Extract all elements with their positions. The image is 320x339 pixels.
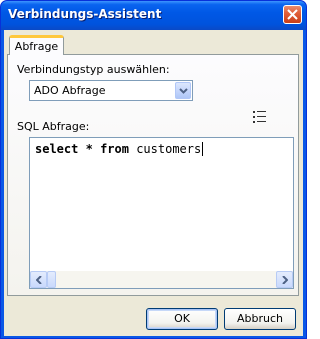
connection-type-select[interactable]: ADO Abfrage	[29, 80, 193, 101]
title-bar[interactable]: Verbindungs-Assistent	[1, 1, 306, 30]
window-title: Verbindungs-Assistent	[8, 7, 162, 21]
horizontal-scrollbar[interactable]	[30, 271, 293, 288]
dialog-client-area: Abfrage Verbindungstyp auswählen: ADO Ab…	[4, 30, 303, 336]
close-icon	[287, 9, 298, 20]
scroll-thumb[interactable]	[47, 271, 56, 288]
connection-type-value: ADO Abfrage	[34, 84, 106, 97]
tab-label: Abfrage	[14, 40, 59, 53]
scroll-right-button[interactable]	[276, 271, 293, 288]
sql-token: customers	[128, 142, 202, 156]
text-caret	[202, 142, 204, 156]
tab-panel-abfrage: Verbindungstyp auswählen: ADO Abfrage SQ…	[7, 54, 299, 296]
list-button[interactable]	[253, 111, 267, 126]
sql-token: *	[85, 142, 93, 156]
scroll-left-button[interactable]	[30, 271, 47, 288]
sql-query-label: SQL Abfrage:	[17, 120, 90, 133]
sql-token: select	[35, 142, 79, 156]
cancel-button[interactable]: Abbruch	[224, 308, 296, 330]
dialog-window: Verbindungs-Assistent Abfrage Verbindung…	[0, 0, 307, 339]
arrow-left-icon	[36, 276, 42, 284]
connection-type-label: Verbindungstyp auswählen:	[17, 63, 170, 76]
dropdown-button[interactable]	[175, 82, 191, 99]
chevron-down-icon	[179, 88, 188, 94]
close-button[interactable]	[283, 5, 302, 24]
ok-button[interactable]: OK	[146, 308, 218, 330]
tab-abfrage[interactable]: Abfrage	[9, 35, 64, 55]
list-icon	[253, 111, 266, 123]
sql-token: from	[100, 142, 129, 156]
arrow-right-icon	[282, 276, 288, 284]
sql-query-editor[interactable]: select * from customers	[29, 137, 294, 289]
sql-query-text: select * from customers	[35, 142, 204, 156]
